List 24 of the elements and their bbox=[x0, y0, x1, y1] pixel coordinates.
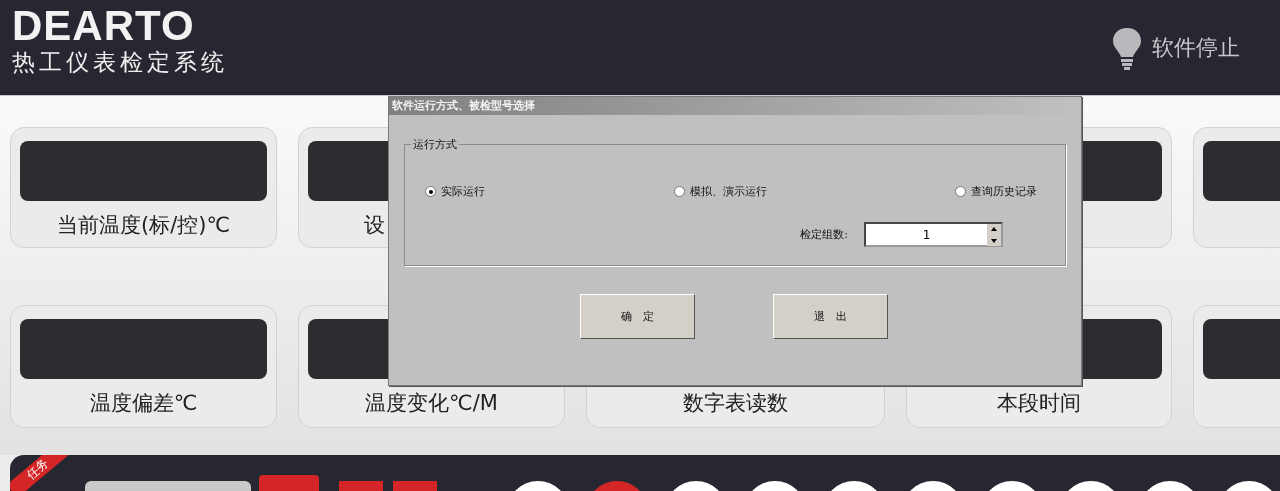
count-label: 检定组数: bbox=[800, 227, 848, 242]
radio-option[interactable]: 模拟、演示运行 bbox=[673, 184, 767, 199]
radio-icon[interactable] bbox=[673, 186, 685, 197]
count-spinbox[interactable]: 1 bbox=[864, 222, 1003, 247]
task-ribbon: 任务 bbox=[10, 455, 70, 491]
dialog-button[interactable]: 确 定 bbox=[580, 294, 695, 339]
gauge-label: 本段时间 bbox=[996, 390, 1082, 417]
logo-text: DEARTO bbox=[12, 4, 196, 48]
radio-option[interactable]: 查询历史记录 bbox=[955, 184, 1037, 199]
gauge-label: 数字表读数 bbox=[682, 390, 789, 417]
spin-down-icon[interactable] bbox=[987, 234, 1001, 246]
gauge-label: 温度偏差℃ bbox=[88, 390, 199, 417]
gauge-label: 当前温度(标/控)℃ bbox=[55, 212, 231, 239]
status-label: 软件停止 bbox=[1152, 34, 1240, 62]
dialog-button[interactable]: 退 出 bbox=[773, 294, 888, 339]
gauge-label: 设 bbox=[363, 212, 386, 239]
radio-icon[interactable] bbox=[955, 186, 966, 197]
spin-up-icon[interactable] bbox=[987, 223, 1001, 235]
app-subtitle: 热工仪表检定系统 bbox=[12, 48, 228, 76]
group-legend: 运行方式 bbox=[411, 137, 459, 152]
radio-icon[interactable] bbox=[425, 186, 436, 197]
gauge-label: 温度变化℃/M bbox=[364, 390, 499, 417]
radio-option[interactable]: 实际运行 bbox=[425, 184, 485, 199]
action-button[interactable] bbox=[258, 475, 320, 491]
